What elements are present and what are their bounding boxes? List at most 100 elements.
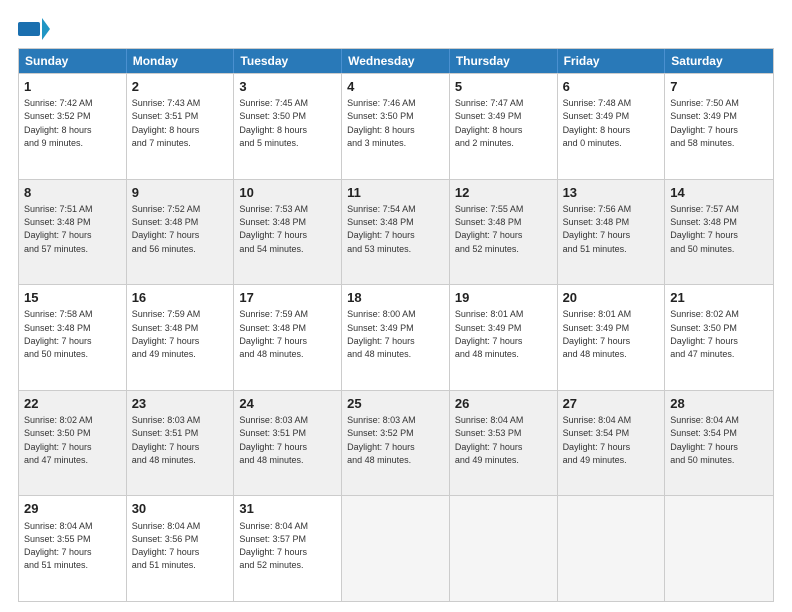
cell-info: Sunrise: 8:00 AMSunset: 3:49 PMDaylight:… [347, 309, 416, 359]
cell-info: Sunrise: 8:04 AMSunset: 3:53 PMDaylight:… [455, 415, 524, 465]
cell-info: Sunrise: 7:56 AMSunset: 3:48 PMDaylight:… [563, 204, 632, 254]
day-number: 3 [239, 78, 336, 96]
calendar-cell: 19Sunrise: 8:01 AMSunset: 3:49 PMDayligh… [450, 285, 558, 390]
calendar-header: SundayMondayTuesdayWednesdayThursdayFrid… [19, 49, 773, 73]
cell-info: Sunrise: 8:03 AMSunset: 3:52 PMDaylight:… [347, 415, 416, 465]
calendar-cell [342, 496, 450, 601]
day-number: 17 [239, 289, 336, 307]
calendar-body: 1 Sunrise: 7:42 AMSunset: 3:52 PMDaylight… [19, 73, 773, 601]
cell-info: Sunrise: 7:42 AMSunset: 3:52 PMDaylight:… [24, 98, 93, 148]
cell-info: Sunrise: 7:43 AMSunset: 3:51 PMDaylight:… [132, 98, 201, 148]
logo [18, 18, 54, 40]
day-number: 23 [132, 395, 229, 413]
calendar-cell: 6 Sunrise: 7:48 AMSunset: 3:49 PMDaylight… [558, 74, 666, 179]
cell-info: Sunrise: 8:02 AMSunset: 3:50 PMDaylight:… [670, 309, 739, 359]
calendar-cell: 16 Sunrise: 7:59 AMSunset: 3:48 PMDayligh… [127, 285, 235, 390]
day-number: 18 [347, 289, 444, 307]
cell-info: Sunrise: 7:47 AMSunset: 3:49 PMDaylight:… [455, 98, 524, 148]
calendar-cell: 3 Sunrise: 7:45 AMSunset: 3:50 PMDaylight… [234, 74, 342, 179]
logo-icon [18, 18, 50, 40]
calendar-cell: 17 Sunrise: 7:59 AMSunset: 3:48 PMDayligh… [234, 285, 342, 390]
day-number: 2 [132, 78, 229, 96]
day-number: 1 [24, 78, 121, 96]
calendar-cell: 28Sunrise: 8:04 AMSunset: 3:54 PMDayligh… [665, 391, 773, 496]
cell-info: Sunrise: 7:57 AMSunset: 3:48 PMDaylight:… [670, 204, 739, 254]
cell-info: Sunrise: 8:04 AMSunset: 3:57 PMDaylight:… [239, 521, 308, 571]
calendar-cell: 22 Sunrise: 8:02 AMSunset: 3:50 PMDayligh… [19, 391, 127, 496]
day-number: 29 [24, 500, 121, 518]
day-number: 25 [347, 395, 444, 413]
day-number: 22 [24, 395, 121, 413]
cell-info: Sunrise: 7:58 AMSunset: 3:48 PMDaylight:… [24, 309, 93, 359]
calendar-cell: 7 Sunrise: 7:50 AMSunset: 3:49 PMDaylight… [665, 74, 773, 179]
calendar-cell [665, 496, 773, 601]
day-number: 16 [132, 289, 229, 307]
calendar-cell: 12Sunrise: 7:55 AMSunset: 3:48 PMDayligh… [450, 180, 558, 285]
day-number: 7 [670, 78, 768, 96]
cell-info: Sunrise: 8:03 AMSunset: 3:51 PMDaylight:… [132, 415, 201, 465]
calendar-row: 22 Sunrise: 8:02 AMSunset: 3:50 PMDayligh… [19, 390, 773, 496]
day-number: 24 [239, 395, 336, 413]
calendar-cell: 29 Sunrise: 8:04 AMSunset: 3:55 PMDayligh… [19, 496, 127, 601]
weekday-header: Wednesday [342, 49, 450, 73]
cell-info: Sunrise: 8:04 AMSunset: 3:55 PMDaylight:… [24, 521, 93, 571]
calendar-cell: 5 Sunrise: 7:47 AMSunset: 3:49 PMDaylight… [450, 74, 558, 179]
cell-info: Sunrise: 8:02 AMSunset: 3:50 PMDaylight:… [24, 415, 93, 465]
day-number: 8 [24, 184, 121, 202]
day-number: 6 [563, 78, 660, 96]
cell-info: Sunrise: 7:53 AMSunset: 3:48 PMDaylight:… [239, 204, 308, 254]
day-number: 10 [239, 184, 336, 202]
calendar-cell [450, 496, 558, 601]
cell-info: Sunrise: 8:03 AMSunset: 3:51 PMDaylight:… [239, 415, 308, 465]
day-number: 30 [132, 500, 229, 518]
day-number: 5 [455, 78, 552, 96]
calendar-cell: 13 Sunrise: 7:56 AMSunset: 3:48 PMDayligh… [558, 180, 666, 285]
calendar-cell: 31 Sunrise: 8:04 AMSunset: 3:57 PMDayligh… [234, 496, 342, 601]
calendar-cell: 15 Sunrise: 7:58 AMSunset: 3:48 PMDayligh… [19, 285, 127, 390]
day-number: 13 [563, 184, 660, 202]
calendar-cell: 18 Sunrise: 8:00 AMSunset: 3:49 PMDayligh… [342, 285, 450, 390]
day-number: 31 [239, 500, 336, 518]
cell-info: Sunrise: 7:59 AMSunset: 3:48 PMDaylight:… [239, 309, 308, 359]
cell-info: Sunrise: 7:45 AMSunset: 3:50 PMDaylight:… [239, 98, 308, 148]
calendar-cell [558, 496, 666, 601]
day-number: 15 [24, 289, 121, 307]
calendar-cell: 25 Sunrise: 8:03 AMSunset: 3:52 PMDayligh… [342, 391, 450, 496]
cell-info: Sunrise: 8:01 AMSunset: 3:49 PMDaylight:… [563, 309, 632, 359]
weekday-header: Friday [558, 49, 666, 73]
calendar-cell: 4Sunrise: 7:46 AMSunset: 3:50 PMDaylight… [342, 74, 450, 179]
calendar-cell: 8 Sunrise: 7:51 AMSunset: 3:48 PMDaylight… [19, 180, 127, 285]
weekday-header: Tuesday [234, 49, 342, 73]
day-number: 26 [455, 395, 552, 413]
day-number: 9 [132, 184, 229, 202]
day-number: 21 [670, 289, 768, 307]
cell-info: Sunrise: 7:54 AMSunset: 3:48 PMDaylight:… [347, 204, 416, 254]
cell-info: Sunrise: 7:50 AMSunset: 3:49 PMDaylight:… [670, 98, 739, 148]
day-number: 20 [563, 289, 660, 307]
cell-info: Sunrise: 7:59 AMSunset: 3:48 PMDaylight:… [132, 309, 201, 359]
day-number: 12 [455, 184, 552, 202]
header [18, 18, 774, 40]
cell-info: Sunrise: 7:51 AMSunset: 3:48 PMDaylight:… [24, 204, 93, 254]
day-number: 14 [670, 184, 768, 202]
weekday-header: Saturday [665, 49, 773, 73]
cell-info: Sunrise: 7:48 AMSunset: 3:49 PMDaylight:… [563, 98, 632, 148]
calendar-cell: 10 Sunrise: 7:53 AMSunset: 3:48 PMDayligh… [234, 180, 342, 285]
cell-info: Sunrise: 8:04 AMSunset: 3:56 PMDaylight:… [132, 521, 201, 571]
calendar-cell: 30 Sunrise: 8:04 AMSunset: 3:56 PMDayligh… [127, 496, 235, 601]
calendar: SundayMondayTuesdayWednesdayThursdayFrid… [18, 48, 774, 602]
page: SundayMondayTuesdayWednesdayThursdayFrid… [0, 0, 792, 612]
calendar-cell: 24 Sunrise: 8:03 AMSunset: 3:51 PMDayligh… [234, 391, 342, 496]
calendar-row: 1 Sunrise: 7:42 AMSunset: 3:52 PMDaylight… [19, 73, 773, 179]
calendar-cell: 23 Sunrise: 8:03 AMSunset: 3:51 PMDayligh… [127, 391, 235, 496]
weekday-header: Thursday [450, 49, 558, 73]
day-number: 11 [347, 184, 444, 202]
calendar-cell: 2 Sunrise: 7:43 AMSunset: 3:51 PMDaylight… [127, 74, 235, 179]
calendar-row: 15 Sunrise: 7:58 AMSunset: 3:48 PMDayligh… [19, 284, 773, 390]
calendar-cell: 14 Sunrise: 7:57 AMSunset: 3:48 PMDayligh… [665, 180, 773, 285]
day-number: 28 [670, 395, 768, 413]
cell-info: Sunrise: 7:52 AMSunset: 3:48 PMDaylight:… [132, 204, 201, 254]
calendar-cell: 27Sunrise: 8:04 AMSunset: 3:54 PMDayligh… [558, 391, 666, 496]
cell-info: Sunrise: 8:01 AMSunset: 3:49 PMDaylight:… [455, 309, 524, 359]
day-number: 27 [563, 395, 660, 413]
